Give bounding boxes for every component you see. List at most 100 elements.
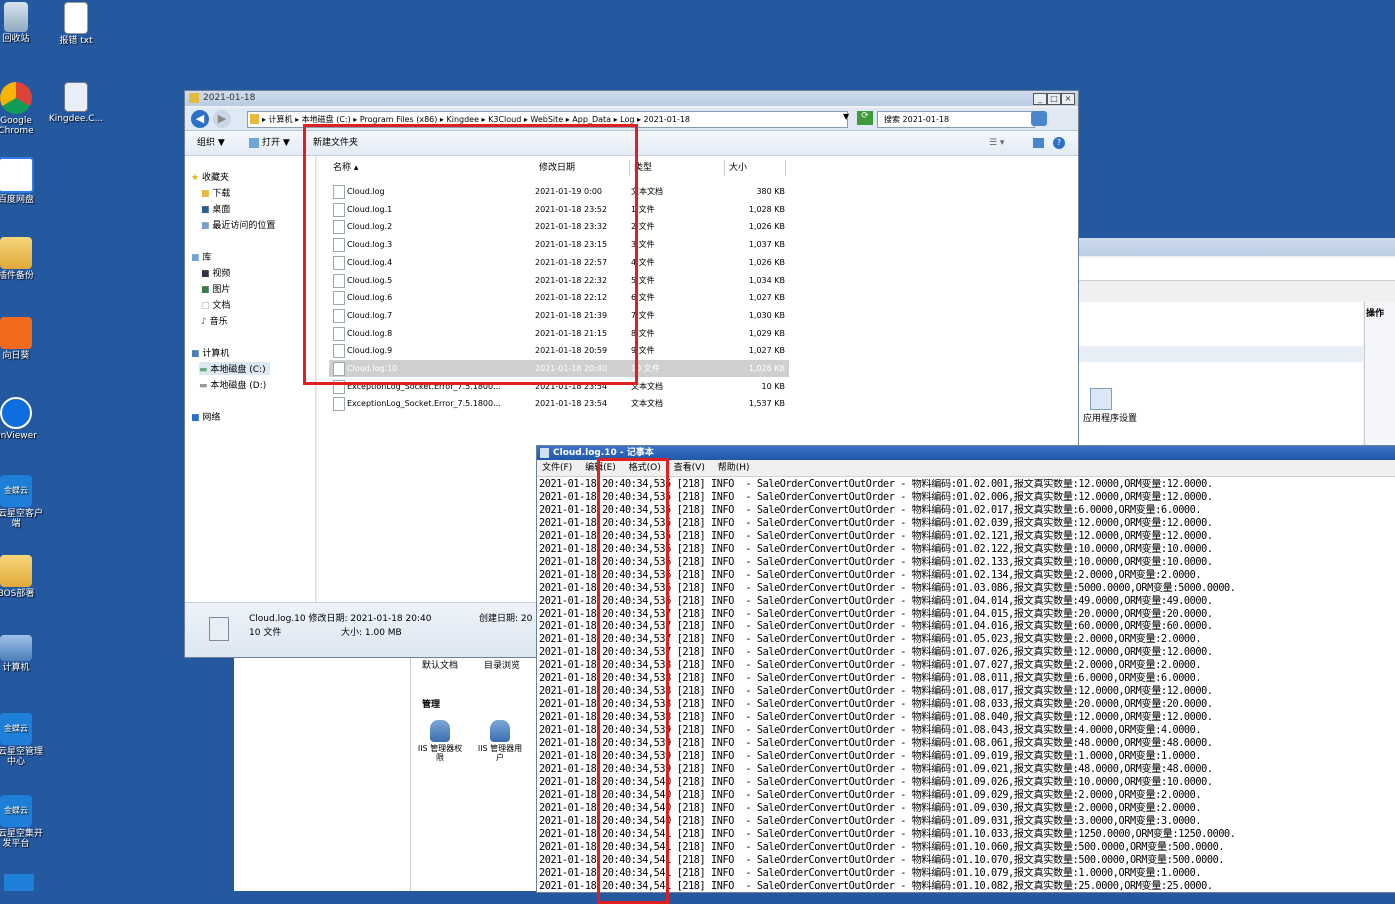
minimize-button[interactable]: _ [1033, 93, 1047, 105]
search-placeholder: 搜索 2021-01-18 [884, 115, 950, 124]
desktop-icon-kingdee-dev[interactable]: 金蝶云 蝶云星空集开发平台 [0, 795, 46, 849]
desktop-icon-computer[interactable]: 计算机 [0, 635, 46, 673]
file-row[interactable]: Cloud.log.1 2021-01-18 23:52 1 文件 1,028 KB [329, 201, 789, 218]
nav-videos[interactable]: ■ 视频 [201, 266, 230, 279]
app-settings-label[interactable]: 应用程序设置 [1080, 414, 1140, 424]
menu-help[interactable]: 帮助(H) [718, 463, 750, 473]
log-line: 2021-01-18 20:40:34,541 [218] INFO - Sal… [539, 854, 1225, 866]
back-arrow-icon[interactable]: ◀ [191, 110, 209, 128]
preview-pane-icon[interactable] [1033, 138, 1044, 148]
view-options-icon[interactable]: ☰ ▾ [989, 131, 1004, 155]
nav-documents[interactable]: □ 文档 [201, 298, 230, 311]
menu-file[interactable]: 文件(F) [542, 463, 572, 473]
refresh-icon[interactable]: ⟳ [857, 111, 873, 125]
column-header-name[interactable]: 名称 ▴ [329, 160, 536, 176]
file-row[interactable]: Cloud.log.8 2021-01-18 21:15 8 文件 1,029 KB [329, 325, 789, 342]
file-row[interactable]: Cloud.log.6 2021-01-18 22:12 6 文件 1,027 KB [329, 289, 789, 306]
iis-manager-window: 操作 应用程序设置 [1078, 238, 1395, 448]
nav-favorites[interactable]: ★ 收藏夹 [191, 170, 229, 183]
desktop-icon-label: 蝶云星空集开发平台 [0, 829, 43, 849]
desktop-icon-chrome[interactable]: Google Chrome [0, 82, 46, 136]
file-row[interactable]: Cloud.log.10 2021-01-18 20:40 10 文件 1,026 K… [329, 360, 789, 377]
desktop-icon-bos[interactable]: BOS部署 [0, 555, 46, 599]
nav-pictures[interactable]: ■ 图片 [201, 282, 230, 295]
file-row[interactable]: ExceptionLog_Socket.Error_7.5.1800... 202… [329, 395, 789, 412]
recycle-bin-icon [4, 2, 28, 32]
help-icon[interactable]: ? [1053, 137, 1065, 149]
column-header-modified[interactable]: 修改日期 [535, 160, 630, 176]
organize-button[interactable]: 组织 ▼ [197, 131, 225, 155]
file-size: 1,026 KB [748, 222, 785, 232]
desktop-icon-sunflower[interactable]: 向日葵 [0, 317, 46, 361]
default-doc-label[interactable]: 默认文档 [422, 658, 458, 671]
nav-recent[interactable]: ■ 最近访问的位置 [201, 218, 275, 231]
desktop-icon-recycle-bin[interactable]: 回收站 [0, 2, 46, 44]
column-label: 类型 [634, 163, 653, 173]
file-size: 1,027 KB [748, 346, 785, 356]
file-row[interactable]: Cloud.log.7 2021-01-18 21:39 7 文件 1,030 KB [329, 307, 789, 324]
desktop-icon-baidu[interactable]: 百度网盘 [0, 157, 46, 205]
file-row[interactable]: Cloud.log 2021-01-19 0:00 文本文档 380 KB [329, 183, 789, 200]
search-input[interactable]: 搜索 2021-01-18 [877, 111, 1035, 128]
dir-browse-label[interactable]: 目录浏览 [484, 658, 520, 671]
file-row[interactable]: Cloud.log.2 2021-01-18 23:32 2 文件 1,026 KB [329, 218, 789, 235]
file-row[interactable]: Cloud.log.4 2021-01-18 22:57 4 文件 1,026 KB [329, 254, 789, 271]
nav-drive-d[interactable]: ▬ 本地磁盘 (D:) [199, 378, 266, 391]
desktop-icon-teamviewer[interactable]: anViewer [0, 397, 46, 441]
menu-view[interactable]: 查看(V) [674, 463, 705, 473]
nav-computer[interactable]: ■ 计算机 [191, 346, 229, 359]
iis-users-label[interactable]: IIS 管理器用户 [474, 744, 526, 762]
forward-arrow-icon[interactable]: ▶ [213, 110, 231, 128]
details-line1: Cloud.log.10 修改日期: 2021-01-18 20:40 [249, 614, 432, 624]
nav-music[interactable]: ♪ 音乐 [201, 314, 228, 327]
log-line: 2021-01-18 20:40:34,539 [218] INFO - Sal… [539, 751, 1202, 763]
file-type: 文本文档 [631, 187, 663, 196]
desktop-icon-label: 报错 txt [59, 36, 93, 46]
file-type: 10 文件 [631, 364, 660, 373]
desktop-icon-kingdee-file[interactable]: Kingdee.C... [46, 82, 106, 124]
sunflower-icon [0, 317, 32, 349]
desktop-icon-error-txt[interactable]: 报错 txt [46, 2, 106, 46]
column-header-size[interactable]: 大小 [725, 160, 786, 176]
address-input[interactable]: ▸ 计算机 ▸ 本地磁盘 (C:) ▸ Program Files (x86) … [247, 111, 848, 128]
details-type: 10 文件 [249, 628, 282, 638]
file-row[interactable]: Cloud.log.9 2021-01-18 20:59 9 文件 1,027 KB [329, 342, 789, 359]
search-icon[interactable] [1031, 111, 1047, 126]
notepad-titlebar[interactable]: Cloud.log.10 - 记事本 [537, 446, 1395, 460]
file-modified: 2021-01-18 21:39 [535, 310, 608, 320]
column-header-type[interactable]: 类型 [630, 160, 725, 176]
log-line: 2021-01-18 20:40:34,541 [218] INFO - Sal… [539, 828, 1236, 840]
desktop-icon-kingdee-admin[interactable]: 金蝶云 蝶云星空管理中心 [0, 713, 46, 767]
desktop-icon-kingdee-client[interactable]: 金蝶云 蝶云星空客户端 [0, 475, 46, 529]
manage-section-title: 管理 [422, 700, 441, 710]
file-row[interactable]: Cloud.log.5 2021-01-18 22:32 5 文件 1,034 KB [329, 272, 789, 289]
notepad-text-area[interactable]: 2021-01-18 20:40:34,535 [218] INFO - Sal… [537, 479, 1395, 892]
nav-downloads[interactable]: ■ 下载 [201, 186, 230, 199]
iis-permissions-label[interactable]: IIS 管理器权限 [414, 744, 466, 762]
new-folder-button[interactable]: 新建文件夹 [313, 131, 358, 155]
desktop-icon-plugin-backup[interactable]: 插件备份 [0, 237, 46, 281]
app-settings-icon [1090, 388, 1112, 410]
close-button[interactable]: × [1061, 93, 1075, 105]
log-line: 2021-01-18 20:40:34,540 [218] INFO - Sal… [539, 815, 1202, 827]
dropdown-arrow-icon[interactable]: ▼ [843, 112, 849, 121]
menu-format[interactable]: 格式(O) [629, 463, 661, 473]
file-row[interactable]: Cloud.log.3 2021-01-18 23:15 3 文件 1,037 KB [329, 236, 789, 253]
nav-drive-c[interactable]: ▬ 本地磁盘 (C:) [199, 362, 270, 375]
explorer-titlebar[interactable]: 2021-01-18 _ □ × [185, 91, 1078, 106]
kingdee-cloud-icon: 金蝶云 [0, 795, 32, 827]
nav-network[interactable]: ■ 网络 [191, 410, 220, 423]
log-line: 2021-01-18 20:40:34,536 [218] INFO - Sal… [539, 582, 1236, 594]
menu-edit[interactable]: 编辑(E) [585, 463, 616, 473]
file-modified: 2021-01-18 23:54 [535, 381, 608, 391]
notepad-window[interactable]: Cloud.log.10 - 记事本 文件(F) 编辑(E) 格式(O) 查看(… [536, 445, 1395, 893]
file-row[interactable]: ExceptionLog_Socket.Error_7.5.1800... 202… [329, 378, 789, 395]
maximize-button[interactable]: □ [1047, 93, 1061, 105]
log-line: 2021-01-18 20:40:34,538 [218] INFO - Sal… [539, 699, 1213, 711]
log-line: 2021-01-18 20:40:34,538 [218] INFO - Sal… [539, 712, 1213, 724]
nav-libraries[interactable]: ■ 库 [191, 250, 211, 263]
nav-desktop[interactable]: ■ 桌面 [201, 202, 230, 215]
log-line: 2021-01-18 20:40:34,540 [218] INFO - Sal… [539, 802, 1202, 814]
kingdee-file-icon [64, 82, 88, 112]
open-button[interactable]: 打开 ▼ [262, 131, 290, 155]
